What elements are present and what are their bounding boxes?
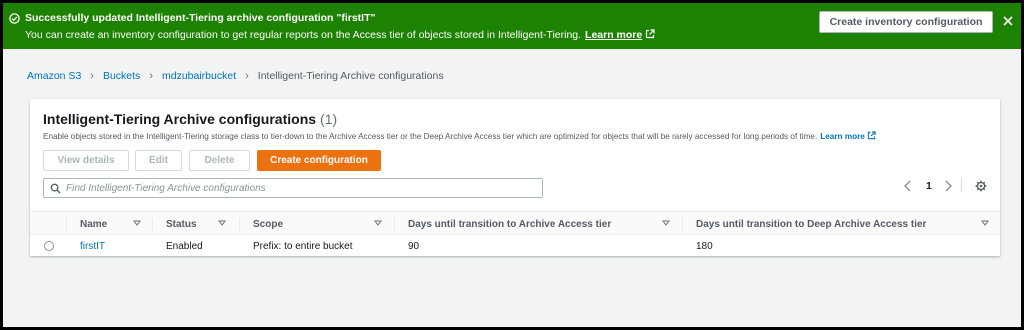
pagination-divider — [961, 178, 962, 192]
sort-icon[interactable] — [981, 220, 989, 226]
flash-title: Successfully updated Intelligent-Tiering… — [25, 12, 376, 24]
panel-title: Intelligent-Tiering Archive configuratio… — [43, 111, 317, 127]
search-icon — [50, 183, 61, 194]
config-deep-archive-days: 180 — [696, 240, 713, 252]
panel-count: (1) — [320, 111, 338, 127]
row-select-radio[interactable] — [44, 241, 54, 251]
breadcrumb-buckets[interactable]: Buckets — [103, 70, 140, 82]
search-input[interactable] — [66, 180, 536, 196]
config-archive-days: 90 — [408, 240, 420, 252]
column-header-status[interactable]: Status — [166, 212, 197, 236]
sort-icon[interactable] — [662, 220, 670, 226]
configurations-panel: Intelligent-Tiering Archive configuratio… — [30, 99, 1000, 256]
panel-learn-more-link[interactable]: Learn more — [820, 132, 865, 141]
breadcrumb-current-page: Intelligent-Tiering Archive configuratio… — [257, 70, 444, 82]
config-status: Enabled — [166, 240, 203, 252]
column-divider — [66, 218, 67, 231]
search-field — [43, 178, 543, 198]
flash-description: You can create an inventory configuratio… — [25, 29, 655, 41]
column-header-name[interactable]: Name — [80, 212, 107, 236]
config-name-link[interactable]: firstIT — [80, 236, 105, 256]
chevron-right-icon: › — [245, 70, 249, 82]
chevron-right-icon: › — [90, 70, 94, 82]
column-divider — [682, 218, 683, 231]
column-divider — [239, 218, 240, 231]
breadcrumb-bucket[interactable]: mdzubairbucket — [162, 70, 236, 82]
config-scope: Prefix: to entire bucket — [253, 240, 353, 252]
chevron-right-icon[interactable] — [944, 180, 953, 192]
chevron-right-icon: › — [149, 70, 153, 82]
app-window: Successfully updated Intelligent-Tiering… — [3, 3, 1021, 327]
pagination: 1 — [903, 180, 953, 192]
column-divider — [394, 218, 395, 231]
column-divider — [152, 218, 153, 231]
column-header-archive-days[interactable]: Days until transition to Archive Access … — [408, 212, 611, 236]
delete-button[interactable]: Delete — [189, 150, 250, 171]
sort-icon[interactable] — [133, 220, 141, 226]
view-details-button[interactable]: View details — [43, 150, 129, 171]
edit-button[interactable]: Edit — [135, 150, 182, 171]
success-flash-banner: Successfully updated Intelligent-Tiering… — [3, 3, 1021, 49]
current-page-number[interactable]: 1 — [926, 180, 932, 192]
sort-icon[interactable] — [374, 220, 382, 226]
external-link-icon — [867, 131, 876, 140]
flash-learn-more-link[interactable]: Learn more — [585, 29, 642, 41]
create-inventory-configuration-button[interactable]: Create inventory configuration — [819, 11, 993, 33]
panel-description-text: Enable objects stored in the Intelligent… — [43, 132, 818, 141]
flash-description-text: You can create an inventory configuratio… — [25, 29, 582, 41]
close-icon[interactable] — [1002, 15, 1014, 27]
check-circle-icon — [9, 13, 20, 24]
table-row[interactable]: firstIT Enabled Prefix: to entire bucket… — [30, 236, 1000, 256]
breadcrumb-amazon-s3[interactable]: Amazon S3 — [27, 70, 81, 82]
external-link-icon — [646, 29, 655, 39]
table-header: Name Status Scope Days until transition … — [30, 211, 1000, 235]
create-configuration-button[interactable]: Create configuration — [257, 150, 381, 171]
breadcrumb: Amazon S3 › Buckets › mdzubairbucket › I… — [27, 70, 444, 82]
panel-heading: Intelligent-Tiering Archive configuratio… — [43, 111, 337, 127]
gear-icon[interactable] — [975, 180, 987, 192]
column-header-deep-archive-days[interactable]: Days until transition to Deep Archive Ac… — [696, 212, 926, 236]
sort-icon[interactable] — [218, 220, 226, 226]
column-header-scope[interactable]: Scope — [253, 212, 283, 236]
panel-description: Enable objects stored in the Intelligent… — [43, 131, 876, 141]
chevron-left-icon[interactable] — [903, 180, 912, 192]
